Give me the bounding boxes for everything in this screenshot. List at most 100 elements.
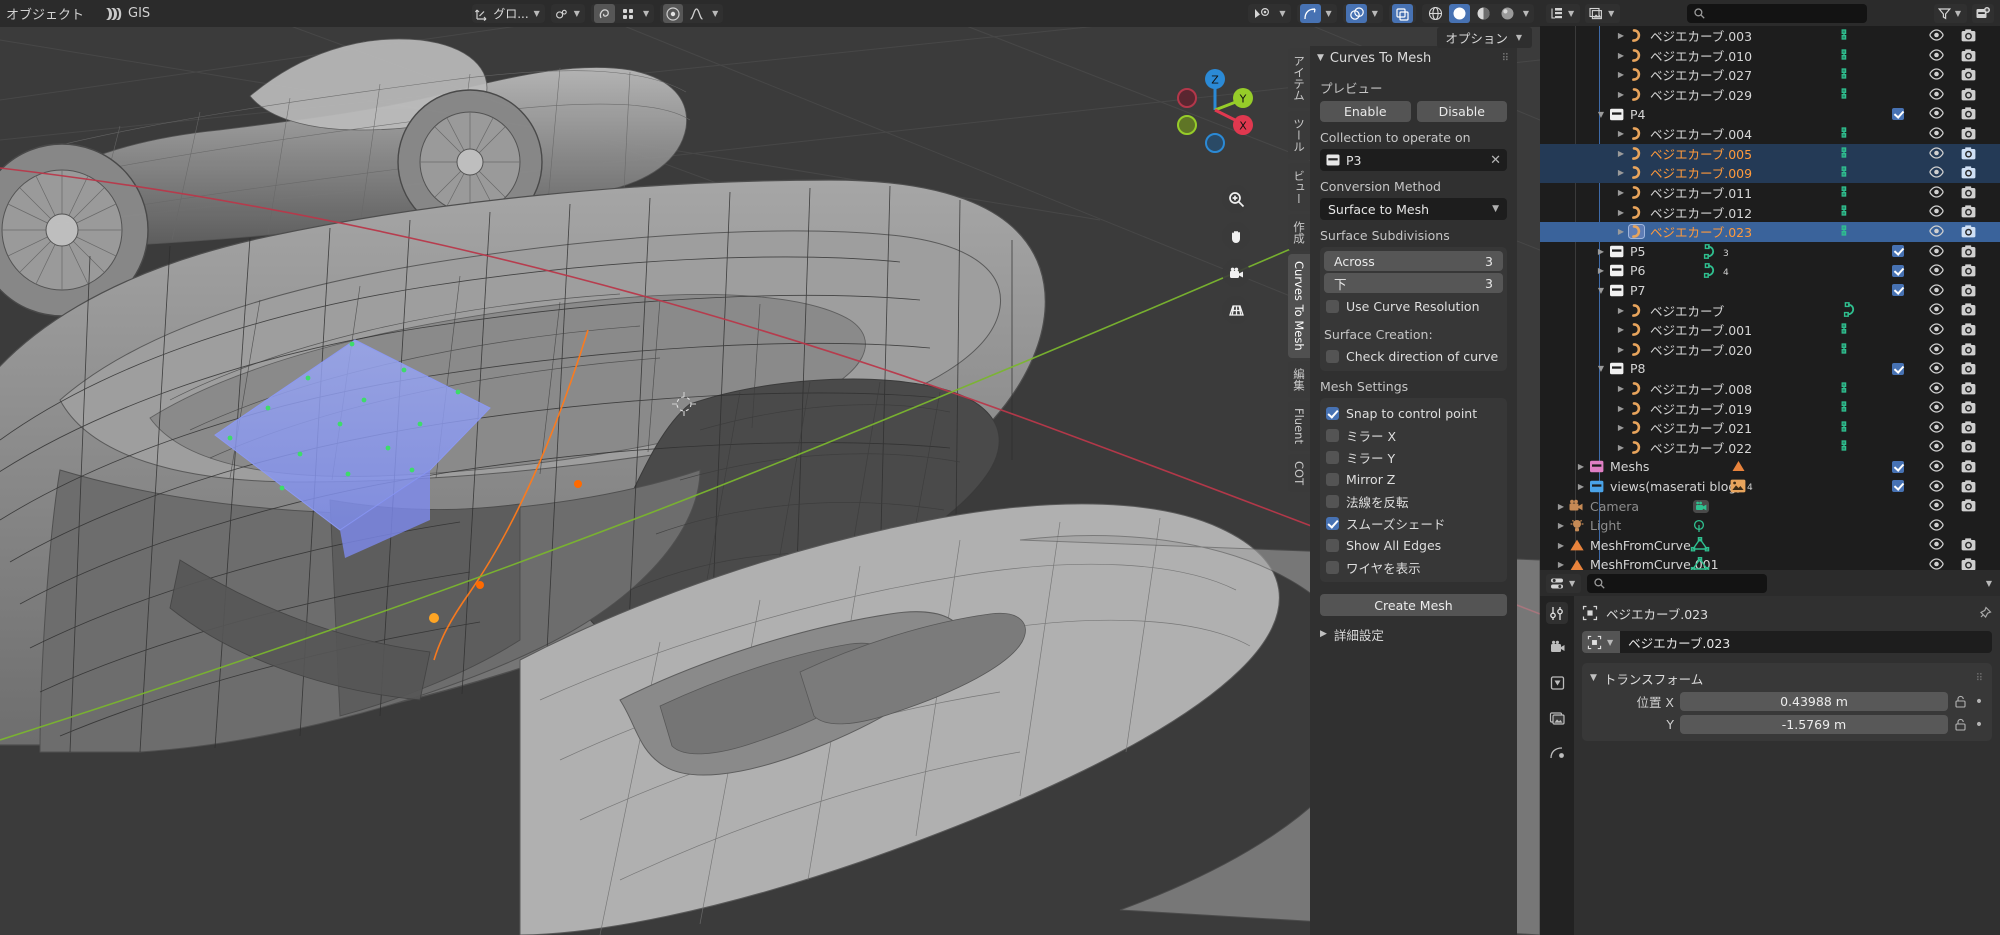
disable-in-renders-icon[interactable]: [1961, 558, 1976, 570]
outliner-row[interactable]: ▶ ベジエカーブ.008: [1540, 379, 2000, 399]
tab-curves-to-mesh[interactable]: Curves To Mesh: [1288, 254, 1310, 358]
filter-button[interactable]: ▼: [1933, 3, 1967, 23]
disclosure-triangle[interactable]: ▶: [1614, 129, 1628, 138]
overlays-group[interactable]: ▼: [1342, 4, 1383, 23]
xray-group[interactable]: [1388, 4, 1416, 23]
curve-icon[interactable]: [1628, 322, 1645, 337]
disclosure-triangle[interactable]: ▶: [1614, 70, 1628, 79]
disable-in-renders-icon[interactable]: [1961, 186, 1976, 199]
outliner-row-data-icon[interactable]: [1840, 439, 1854, 452]
disclosure-triangle[interactable]: ▶: [1574, 462, 1588, 471]
magnet-icon[interactable]: [554, 7, 569, 21]
curve-icon[interactable]: [1628, 185, 1645, 200]
hide-in-viewport-icon[interactable]: [1929, 421, 1944, 433]
hide-in-viewport-icon[interactable]: [1929, 303, 1944, 315]
editor-type-button[interactable]: ▼: [1546, 3, 1581, 23]
outliner-row-label[interactable]: Camera: [1590, 499, 1639, 514]
outliner-row-label[interactable]: ベジエカーブ.027: [1650, 65, 1752, 84]
hide-in-viewport-icon[interactable]: [1929, 186, 1944, 198]
exclude-collection-checkbox[interactable]: [1892, 107, 1904, 120]
xray-toggle[interactable]: [1391, 4, 1413, 23]
chevron-down-icon[interactable]: ▼: [532, 9, 542, 18]
clear-collection-icon[interactable]: ✕: [1490, 153, 1501, 168]
disable-in-renders-icon[interactable]: [1961, 127, 1976, 140]
disclosure-triangle[interactable]: ▶: [1614, 31, 1628, 40]
collection-icon[interactable]: [1608, 361, 1625, 376]
curve-icon[interactable]: [1628, 87, 1645, 102]
outliner-row[interactable]: ▶ P6 4: [1540, 261, 2000, 281]
shading-wireframe-icon[interactable]: [1424, 4, 1446, 23]
outliner-row-data-icon[interactable]: [1840, 165, 1854, 178]
camera-icon[interactable]: [1568, 499, 1585, 514]
tab-item[interactable]: アイテム: [1288, 48, 1310, 108]
mirror-x-checkbox[interactable]: [1326, 428, 1339, 442]
hide-in-viewport-icon[interactable]: [1929, 519, 1944, 531]
panel-header[interactable]: ▼ Curves To Mesh ⠿: [1310, 46, 1517, 70]
navigation-gizmo[interactable]: Z Y X: [1165, 60, 1265, 160]
new-collection-button[interactable]: [1972, 3, 1994, 23]
hide-in-viewport-icon[interactable]: [1929, 146, 1944, 159]
curve-icon[interactable]: [1628, 28, 1645, 43]
outliner-row[interactable]: ▶ ベジエカーブ.022: [1540, 437, 2000, 457]
curve-icon[interactable]: [1628, 146, 1645, 161]
disclosure-triangle[interactable]: ▶: [1614, 423, 1628, 432]
3d-viewport[interactable]: オブジェクト GIS グロ... ▼ ▼ ▼ ▼ ▼ ▼ ▼ ▼ オプション ▼…: [0, 0, 1540, 935]
transform-orientation-label[interactable]: グロ...: [493, 5, 528, 22]
show-all-edges-checkbox[interactable]: [1326, 538, 1339, 552]
outliner-row-data-icon[interactable]: [1840, 420, 1854, 433]
object-visibility-icon[interactable]: [1251, 4, 1275, 23]
collection-icon[interactable]: [1608, 244, 1625, 259]
disclosure-triangle[interactable]: ▶: [1614, 188, 1628, 197]
outliner-row-label[interactable]: ベジエカーブ.029: [1650, 85, 1752, 104]
outliner-row-label[interactable]: P4: [1630, 107, 1646, 122]
curve-icon[interactable]: [1628, 165, 1645, 180]
location-x-row[interactable]: 位置 X 0.43988 m •: [1582, 691, 1984, 712]
breadcrumb[interactable]: ベジエカーブ.023: [1582, 602, 1992, 624]
curve-icon[interactable]: [1628, 381, 1645, 396]
outliner-row-data-icon[interactable]: 3: [1700, 243, 1729, 262]
outliner-row[interactable]: ▶ Light: [1540, 516, 2000, 536]
disable-in-renders-icon[interactable]: [1961, 29, 1976, 42]
menu-object[interactable]: オブジェクト: [6, 4, 84, 23]
outliner-row-data-icon[interactable]: [1690, 557, 1710, 570]
curve-icon[interactable]: [1628, 342, 1645, 357]
disclosure-triangle[interactable]: ▶: [1614, 404, 1628, 413]
outliner-row-data-icon[interactable]: [1840, 28, 1854, 41]
transform-panel[interactable]: ▼ トランスフォーム ⠿ 位置 X 0.43988 m • Y -1.5769 …: [1582, 663, 1992, 741]
shading-group[interactable]: ▼: [1421, 4, 1534, 23]
disclosure-triangle[interactable]: ▼: [1594, 364, 1608, 373]
outliner-row[interactable]: ▶ ベジエカーブ.019: [1540, 398, 2000, 418]
chevron-down-icon[interactable]: ▼: [1605, 638, 1615, 647]
outliner-row[interactable]: ▼ P8: [1540, 359, 2000, 379]
snap-to-control-point-row[interactable]: Snap to control point: [1324, 402, 1503, 424]
exclude-collection-checkbox[interactable]: [1892, 460, 1904, 473]
outliner-row-data-icon[interactable]: [1840, 322, 1854, 335]
properties-header[interactable]: ▼ ▼: [1540, 570, 2000, 596]
disclosure-triangle[interactable]: ▶: [1574, 482, 1588, 491]
outliner-row-data-icon[interactable]: [1840, 224, 1854, 237]
show-all-edges-row[interactable]: Show All Edges: [1324, 534, 1503, 556]
chevron-down-icon[interactable]: ▼: [641, 9, 651, 18]
disclosure-triangle[interactable]: ▶: [1594, 266, 1608, 275]
disable-in-renders-icon[interactable]: [1961, 480, 1976, 493]
outliner-row-data-icon[interactable]: 4: [1700, 263, 1729, 281]
outliner-row-data-icon[interactable]: 4: [1730, 479, 1753, 496]
flip-normals-checkbox[interactable]: [1326, 494, 1339, 508]
outliner-row[interactable]: ▶ ベジエカーブ.005: [1540, 143, 2000, 164]
disclosure-triangle[interactable]: ▶: [1554, 541, 1568, 550]
gizmo-toggle[interactable]: [1299, 4, 1321, 23]
chevron-down-icon[interactable]: ▼: [1590, 673, 1597, 683]
hide-in-viewport-icon[interactable]: [1929, 107, 1944, 120]
mirror-y-row[interactable]: ミラー Y: [1324, 446, 1503, 468]
collection-icon[interactable]: [1608, 283, 1625, 298]
outliner-row-label[interactable]: ベジエカーブ.003: [1650, 26, 1752, 45]
disclosure-triangle[interactable]: ▶: [1614, 149, 1628, 158]
curve-icon[interactable]: [1628, 126, 1645, 141]
location-x-value[interactable]: 0.43988 m: [1680, 692, 1948, 711]
outliner-row[interactable]: ▶ ベジエカーブ.021: [1540, 418, 2000, 438]
location-y-value[interactable]: -1.5769 m: [1680, 715, 1948, 734]
hide-in-viewport-icon[interactable]: [1929, 48, 1944, 61]
outliner-row-label[interactable]: ベジエカーブ.008: [1650, 379, 1752, 398]
chevron-down-icon[interactable]: ▼: [1317, 53, 1324, 63]
hide-in-viewport-icon[interactable]: [1929, 29, 1944, 41]
